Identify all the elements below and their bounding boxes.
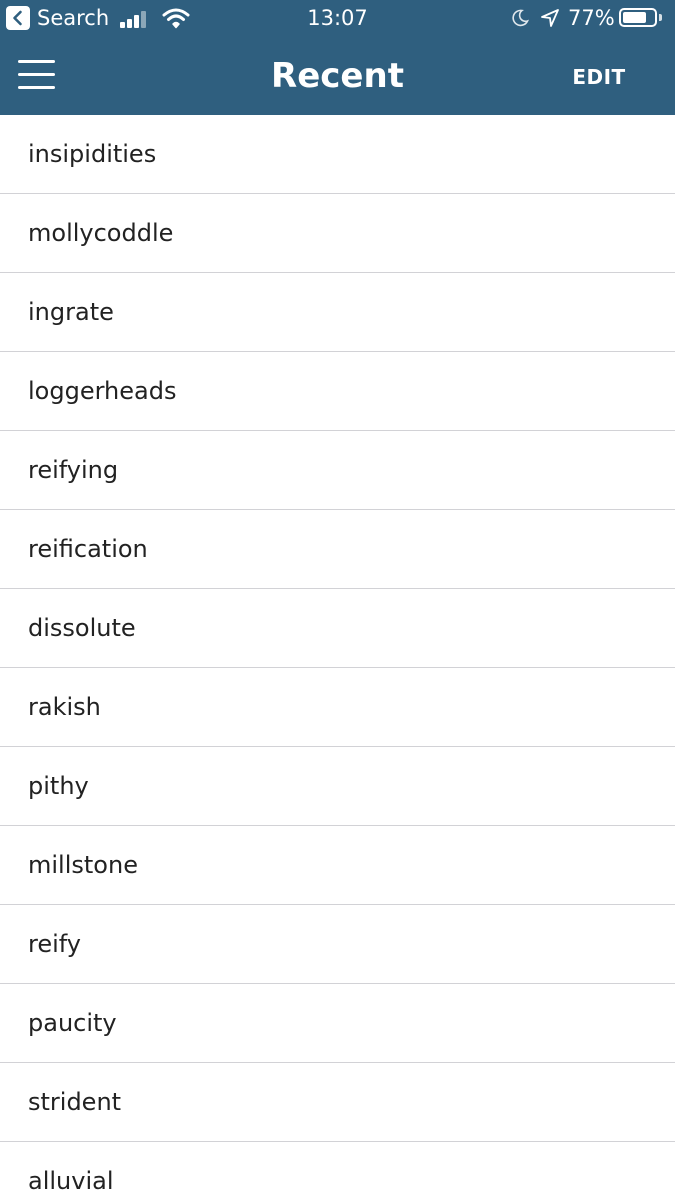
- list-item-label: millstone: [28, 851, 138, 879]
- list-item-label: rakish: [28, 693, 101, 721]
- list-item-label: reifying: [28, 456, 119, 484]
- list-item-label: loggerheads: [28, 377, 177, 405]
- navigation-bar: Recent EDIT: [0, 38, 675, 115]
- list-item-label: paucity: [28, 1009, 117, 1037]
- list-item[interactable]: mollycoddle: [0, 194, 675, 273]
- list-item[interactable]: reification: [0, 510, 675, 589]
- list-item[interactable]: alluvial: [0, 1142, 675, 1200]
- battery-icon: [619, 8, 657, 27]
- list-item[interactable]: loggerheads: [0, 352, 675, 431]
- status-bar: Search 13:07 77%: [0, 0, 675, 38]
- list-item[interactable]: reifying: [0, 431, 675, 510]
- list-item-label: strident: [28, 1088, 122, 1116]
- battery-tip: [659, 14, 662, 21]
- battery-level-fill: [623, 12, 646, 23]
- list-item-label: reification: [28, 535, 148, 563]
- list-item-label: alluvial: [28, 1167, 114, 1195]
- list-item[interactable]: insipidities: [0, 115, 675, 194]
- list-item[interactable]: dissolute: [0, 589, 675, 668]
- top-bar: Search 13:07 77% Recent EDIT: [0, 0, 675, 115]
- moon-icon: [511, 9, 530, 31]
- battery-percentage: 77%: [568, 6, 615, 30]
- list-item-label: reify: [28, 930, 82, 958]
- list-item[interactable]: strident: [0, 1063, 675, 1142]
- location-arrow-icon: [540, 8, 560, 32]
- list-item-label: insipidities: [28, 140, 157, 168]
- list-item[interactable]: pithy: [0, 747, 675, 826]
- list-item[interactable]: rakish: [0, 668, 675, 747]
- list-item[interactable]: ingrate: [0, 273, 675, 352]
- list-item-label: dissolute: [28, 614, 136, 642]
- list-item[interactable]: reify: [0, 905, 675, 984]
- list-item[interactable]: paucity: [0, 984, 675, 1063]
- edit-button[interactable]: EDIT: [560, 64, 638, 90]
- list-item-label: mollycoddle: [28, 219, 174, 247]
- list-item-label: ingrate: [28, 298, 114, 326]
- recent-words-list[interactable]: insipidities mollycoddle ingrate loggerhead…: [0, 115, 675, 1200]
- list-item[interactable]: millstone: [0, 826, 675, 905]
- list-item-label: pithy: [28, 772, 89, 800]
